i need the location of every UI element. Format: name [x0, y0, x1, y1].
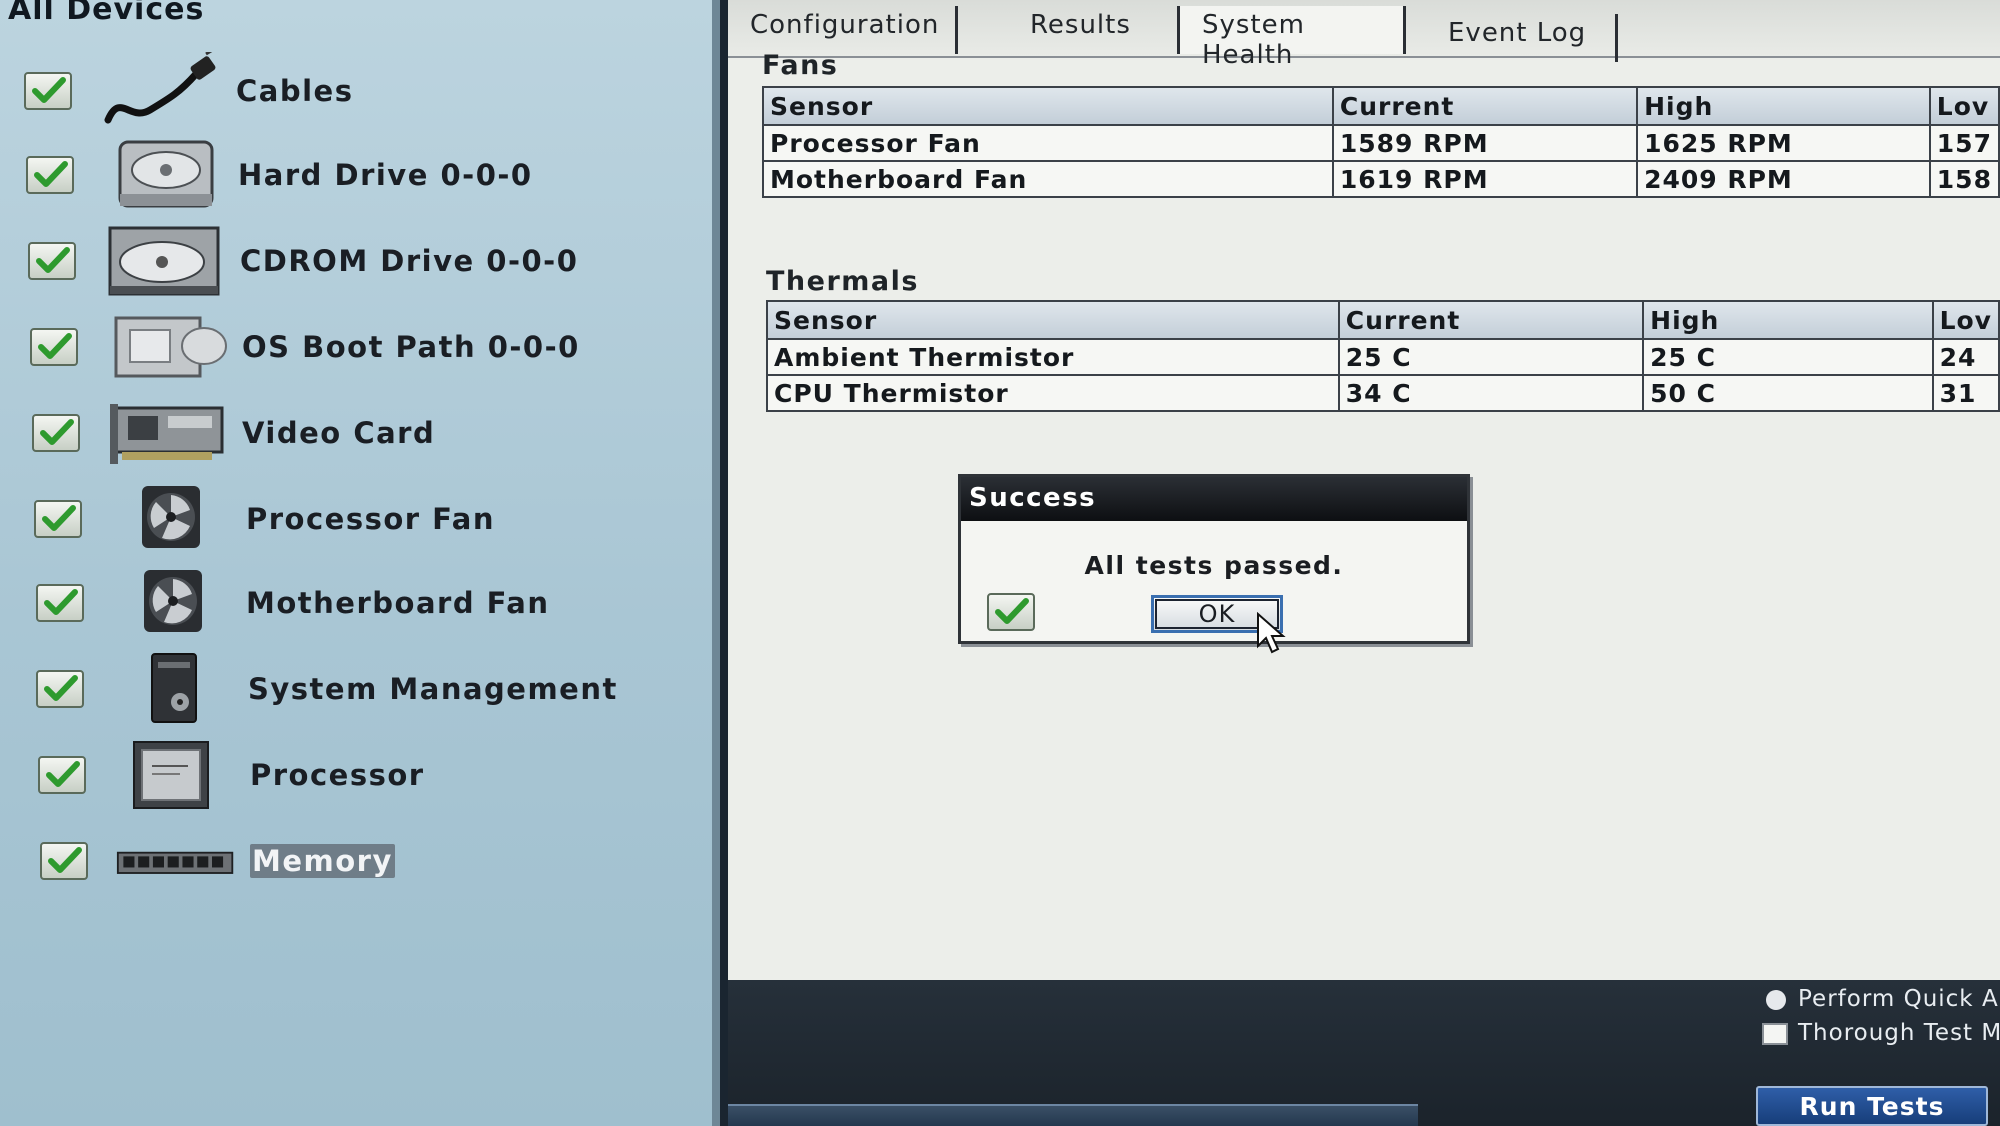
tab-system-health[interactable]: System Health [1180, 6, 1406, 70]
table-cell: Motherboard Fan [762, 160, 1334, 198]
success-checkmark-icon [987, 593, 1035, 631]
column-header: Current [1337, 300, 1645, 340]
device-label: OS Boot Path 0-0-0 [242, 330, 580, 364]
thorough-test-option[interactable]: Thorough Test M [1762, 1020, 2000, 1046]
device-label: Video Card [242, 416, 436, 450]
table-cell: 2409 RPM [1636, 160, 1931, 198]
passed-checkmark-icon [32, 414, 80, 452]
device-label: Hard Drive 0-0-0 [238, 158, 533, 192]
table-cell: 1625 RPM [1636, 124, 1931, 162]
device-row-processor[interactable]: Processor [0, 736, 700, 816]
table-cell: Processor Fan [762, 124, 1334, 162]
run-tests-button[interactable]: Run Tests [1756, 1086, 1988, 1126]
device-label: CDROM Drive 0-0-0 [240, 244, 579, 278]
table-cell: 1619 RPM [1331, 160, 1639, 198]
passed-checkmark-icon [30, 328, 78, 366]
status-strip [728, 1104, 1418, 1126]
passed-checkmark-icon [24, 72, 72, 110]
table-cell: 31 [1931, 374, 2000, 412]
radio-button-icon[interactable] [1766, 989, 1786, 1010]
table-row: Ambient Thermistor 25 C 25 C 24 [766, 338, 2000, 376]
device-label: Motherboard Fan [246, 586, 550, 620]
device-row-motherboard-fan[interactable]: Motherboard Fan [0, 564, 700, 644]
device-label-selected: Memory [250, 844, 395, 878]
column-header: High [1642, 300, 1934, 340]
checkbox-icon[interactable] [1762, 1022, 1788, 1045]
system-management-icon [151, 653, 197, 723]
table-cell: 158 [1928, 160, 2000, 198]
device-row-memory[interactable]: Memory [0, 822, 700, 902]
device-label: Cables [236, 74, 354, 108]
quick-test-label: Perform Quick A [1798, 986, 1999, 1012]
device-label: Processor Fan [246, 502, 496, 536]
passed-checkmark-icon [34, 500, 82, 538]
passed-checkmark-icon [28, 242, 76, 280]
table-row: Processor Fan 1589 RPM 1625 RPM 157 [762, 124, 2000, 162]
tab-strip: Configuration Results System Health Even… [728, 0, 2000, 70]
device-row-cdrom-drive[interactable]: CDROM Drive 0-0-0 [0, 222, 700, 302]
passed-checkmark-icon [36, 670, 84, 708]
fan-icon [144, 570, 202, 632]
fans-table: Sensor Current High Lov Processor Fan 15… [762, 86, 2000, 198]
thermals-section-title: Thermals [766, 266, 919, 297]
device-list-header: All Devices [8, 0, 205, 27]
table-cell: 25 C [1642, 338, 1934, 376]
fan-icon [142, 486, 200, 548]
tab-results[interactable]: Results [970, 6, 1180, 54]
table-cell: Ambient Thermistor [766, 338, 1340, 376]
processor-icon [133, 741, 209, 809]
passed-checkmark-icon [38, 756, 86, 794]
device-row-video-card[interactable]: Video Card [0, 394, 700, 474]
table-cell: 157 [1928, 124, 2000, 162]
video-card-icon [110, 404, 224, 464]
device-row-os-boot-path[interactable]: OS Boot Path 0-0-0 [0, 308, 700, 388]
dialog-message: All tests passed. [1084, 551, 1344, 580]
cdrom-drive-icon [108, 226, 220, 296]
device-label: System Management [248, 672, 618, 706]
device-list-panel: All Devices Cables Hard Drive 0-0-0 CDRO… [0, 0, 720, 1126]
fans-section-title: Fans [762, 50, 839, 81]
table-row: CPU Thermistor 34 C 50 C 31 [766, 374, 2000, 412]
table-cell: CPU Thermistor [766, 374, 1340, 412]
table-cell: 50 C [1642, 374, 1934, 412]
column-header: Sensor [766, 300, 1340, 340]
table-cell: 24 [1931, 338, 2000, 376]
boot-path-icon [114, 316, 227, 378]
dialog-title: Success [961, 477, 1467, 521]
passed-checkmark-icon [26, 156, 74, 194]
memory-icon [116, 851, 234, 874]
column-header: Sensor [762, 86, 1334, 126]
column-header: Lov [1928, 86, 2000, 126]
tab-event-log[interactable]: Event Log [1408, 14, 1618, 62]
table-header-row: Sensor Current High Lov [766, 300, 2000, 340]
column-header: High [1636, 86, 1931, 126]
device-label: Processor [250, 758, 425, 792]
table-cell: 1589 RPM [1331, 124, 1639, 162]
cable-icon [104, 52, 216, 124]
hard-drive-icon [118, 140, 214, 208]
device-row-processor-fan[interactable]: Processor Fan [0, 480, 700, 560]
table-header-row: Sensor Current High Lov [762, 86, 2000, 126]
mouse-pointer-icon [1257, 612, 1286, 654]
column-header: Lov [1931, 300, 2000, 340]
passed-checkmark-icon [36, 584, 84, 622]
thermals-table: Sensor Current High Lov Ambient Thermist… [766, 300, 2000, 412]
column-header: Current [1331, 86, 1639, 126]
tab-configuration[interactable]: Configuration [728, 6, 958, 54]
success-dialog: Success All tests passed. OK [958, 474, 1470, 644]
passed-checkmark-icon [40, 842, 88, 880]
device-row-cables[interactable]: Cables [0, 52, 700, 132]
device-row-system-management[interactable]: System Management [0, 650, 700, 730]
table-cell: 25 C [1337, 338, 1645, 376]
table-row: Motherboard Fan 1619 RPM 2409 RPM 158 [762, 160, 2000, 198]
quick-test-option[interactable]: Perform Quick A [1766, 986, 1999, 1012]
thorough-test-label: Thorough Test M [1798, 1020, 2000, 1046]
device-row-hard-drive[interactable]: Hard Drive 0-0-0 [0, 136, 700, 216]
table-cell: 34 C [1337, 374, 1645, 412]
